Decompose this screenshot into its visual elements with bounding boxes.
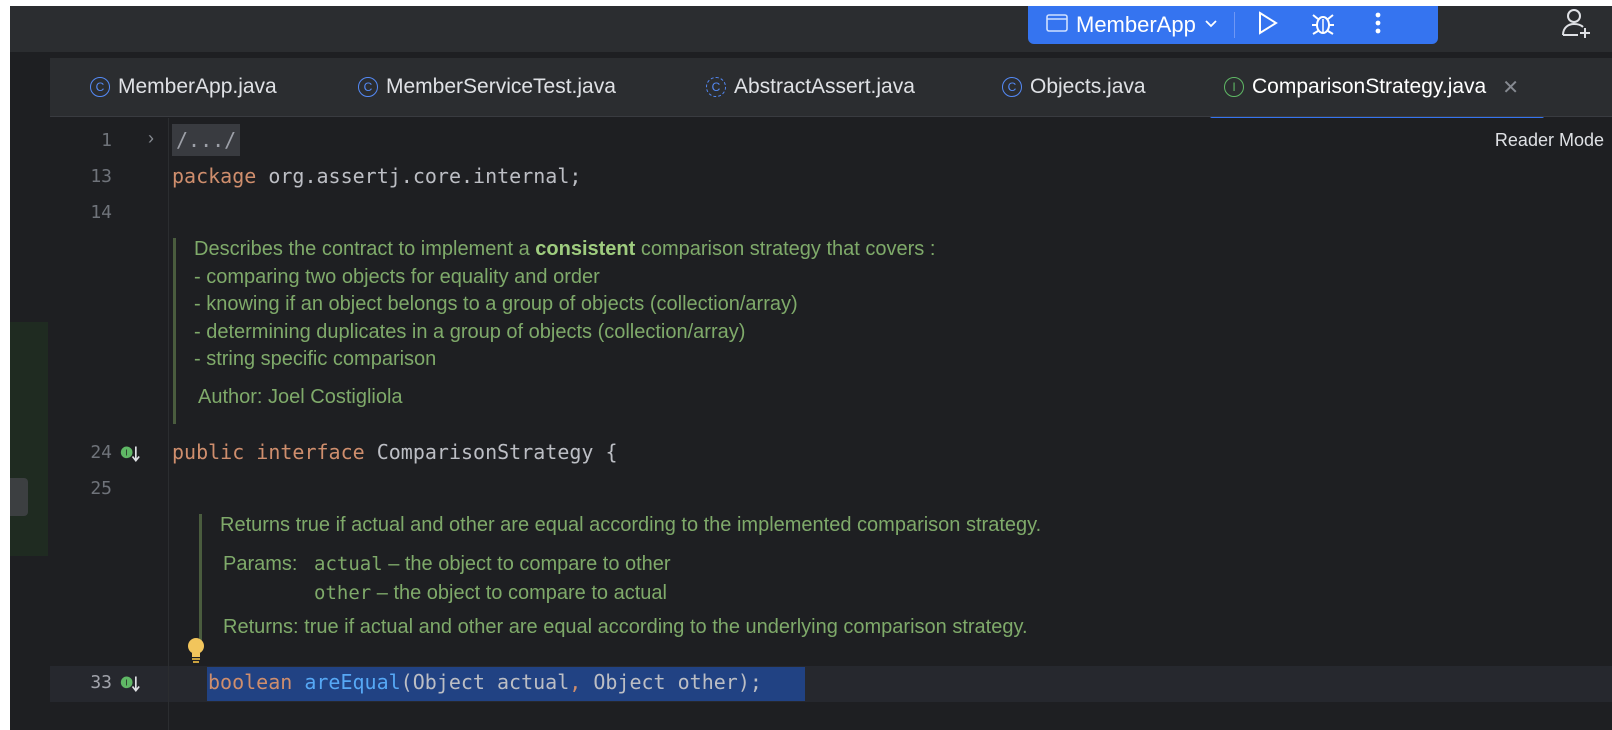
doc-comment-bar [199, 514, 202, 648]
gutter-divider [168, 118, 169, 730]
divider [1233, 12, 1235, 38]
title-bar: MemberApp [10, 6, 1612, 52]
line-number: 13 [90, 166, 112, 187]
svg-text:I: I [126, 449, 128, 458]
interface-declaration: public interface ComparisonStrategy { [172, 440, 618, 464]
run-widget: MemberApp [1028, 6, 1438, 44]
class-icon: C [358, 77, 378, 97]
implemented-marker-icon[interactable]: I [120, 674, 140, 694]
more-vertical-icon [1374, 11, 1382, 40]
interface-icon: I [1224, 77, 1244, 97]
keyword: public [172, 440, 245, 464]
tab-memberapp[interactable]: C MemberApp.java [90, 58, 277, 116]
window-icon [1046, 13, 1068, 37]
tab-abstractassert[interactable]: C AbstractAssert.java [706, 58, 915, 116]
line-number: 14 [90, 202, 112, 223]
param-desc: – the object to compare to actual [371, 582, 667, 604]
line-number: 33 [90, 672, 112, 693]
doc-returns-text: true if actual and other are equal accor… [304, 616, 1028, 638]
method-declaration: boolean areEqual(Object actual, Object o… [208, 670, 762, 694]
editor-tab-bar: C MemberApp.java C MemberServiceTest.jav… [50, 58, 1612, 117]
more-actions-button[interactable] [1363, 6, 1393, 44]
tab-label: MemberApp.java [118, 75, 277, 98]
doc-text: Describes the contract to implement a [194, 238, 536, 260]
tool-window-handle[interactable] [10, 478, 28, 516]
doc-list-item: - string specific comparison [194, 348, 437, 370]
tab-comparisonstrategy[interactable]: I ComparisonStrategy.java ✕ [1224, 58, 1519, 116]
doc-label: Author: [198, 386, 263, 408]
doc-list-item: - determining duplicates in a group of o… [194, 321, 746, 343]
param-name: other [314, 582, 372, 604]
tab-label: Objects.java [1030, 75, 1146, 98]
play-icon [1256, 10, 1278, 40]
doc-params-label: Params: [223, 553, 298, 575]
tab-label: AbstractAssert.java [734, 75, 915, 98]
class-icon: C [1002, 77, 1022, 97]
run-button[interactable] [1251, 6, 1283, 44]
doc-author-name: Joel Costigliola [268, 386, 403, 408]
line-number: 25 [90, 478, 112, 499]
doc-param: other – the object to compare to actual [314, 582, 667, 605]
tab-objects[interactable]: C Objects.java [1002, 58, 1146, 116]
left-tool-strip [10, 56, 48, 730]
svg-text:I: I [126, 679, 128, 688]
keyword: package [172, 164, 257, 188]
changed-lines-band [10, 322, 48, 556]
doc-comment-bar [173, 238, 176, 424]
package-name: org.assertj.core.internal; [256, 164, 582, 188]
tab-memberservicetest[interactable]: C MemberServiceTest.java [358, 58, 616, 116]
reader-mode-toggle[interactable]: Reader Mode [1495, 130, 1604, 151]
gutter: 1 13 14 24 25 33 I I › [50, 118, 168, 730]
doc-param: actual – the object to compare to other [314, 553, 671, 576]
line-number: 1 [101, 130, 112, 151]
ide-window: MemberApp C MemberApp.java C MemberServi… [10, 6, 1612, 730]
code-editor[interactable]: 1 13 14 24 25 33 I I › Reader Mode /.../… [50, 118, 1612, 730]
method-params: Object other); [581, 670, 762, 694]
keyword: boolean [208, 670, 293, 694]
doc-text: comparison strategy that covers : [635, 238, 936, 260]
doc-list-item: - comparing two objects for equality and… [194, 266, 600, 288]
tab-label: MemberServiceTest.java [386, 75, 616, 98]
doc-label: Returns: [223, 616, 299, 638]
punctuation: , [569, 670, 582, 694]
package-declaration: package org.assertj.core.internal; [172, 164, 581, 188]
doc-summary: Returns true if actual and other are equ… [220, 514, 1042, 536]
run-config-selector[interactable]: MemberApp [1046, 6, 1218, 44]
add-user-icon [1560, 7, 1592, 44]
lightbulb-icon[interactable] [186, 636, 206, 669]
param-name: actual [314, 553, 383, 575]
chevron-right-icon[interactable]: › [148, 128, 154, 149]
folded-license-header[interactable]: /.../ [172, 124, 241, 156]
keyword: interface [256, 440, 365, 464]
tab-label: ComparisonStrategy.java [1252, 75, 1487, 98]
method-name: areEqual [304, 670, 401, 694]
abstract-class-icon: C [706, 77, 726, 97]
doc-list-item: - knowing if an object belongs to a grou… [194, 293, 798, 315]
chevron-down-icon [1204, 16, 1218, 34]
bug-icon [1310, 10, 1336, 41]
doc-author: Author: Joel Costigliola [198, 386, 403, 409]
interface-name: ComparisonStrategy { [364, 440, 618, 464]
run-config-name: MemberApp [1076, 12, 1196, 37]
implemented-marker-icon[interactable]: I [120, 444, 140, 464]
doc-returns: Returns: true if actual and other are eq… [223, 616, 1028, 639]
method-params: (Object actual [400, 670, 570, 694]
doc-bold-text: consistent [535, 238, 636, 260]
add-user-button[interactable] [1556, 6, 1596, 44]
class-icon: C [90, 77, 110, 97]
param-desc: – the object to compare to other [382, 553, 671, 575]
doc-summary: Describes the contract to implement a co… [194, 238, 935, 261]
debug-button[interactable] [1303, 6, 1343, 44]
line-number: 24 [90, 442, 112, 463]
close-icon[interactable]: ✕ [1502, 75, 1519, 100]
